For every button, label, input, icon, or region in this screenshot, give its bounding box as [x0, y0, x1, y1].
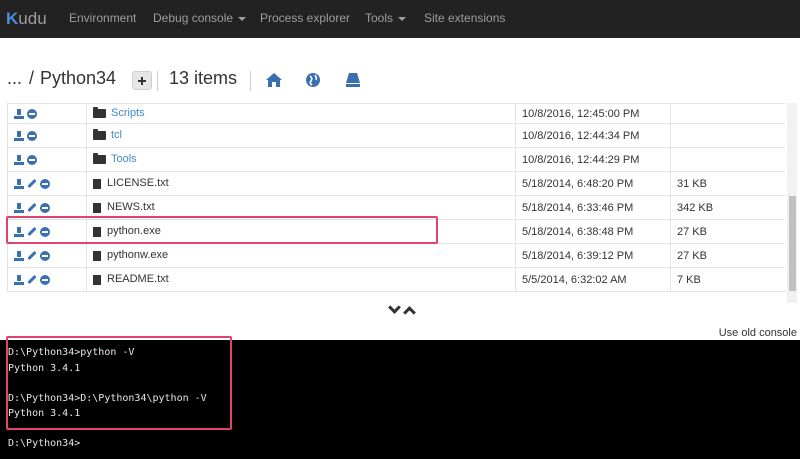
row-name[interactable]: Scripts — [86, 103, 516, 124]
nav-environment[interactable]: Environment — [69, 11, 136, 25]
download-icon[interactable] — [14, 130, 24, 141]
folder-icon — [93, 153, 106, 165]
file-size: 31 KB — [670, 171, 785, 196]
download-icon[interactable] — [14, 154, 24, 165]
file-table: Scripts 10/8/2016, 12:45:00 PM tcl 10/8/201… — [7, 103, 785, 293]
modified-date: 5/18/2014, 6:48:20 PM — [515, 171, 671, 196]
row-actions — [7, 147, 87, 172]
drive-icon[interactable] — [345, 72, 361, 88]
download-icon[interactable] — [14, 250, 24, 261]
home-icon[interactable] — [265, 72, 283, 88]
file-size: 342 KB — [670, 195, 785, 220]
file-name[interactable]: NEWS.txt — [107, 202, 155, 214]
file-size: 27 KB — [670, 243, 785, 268]
chevron-down-icon[interactable] — [388, 301, 401, 314]
file-icon — [93, 250, 101, 261]
caret-down-icon — [238, 16, 247, 21]
download-icon[interactable] — [14, 108, 24, 119]
table-row[interactable]: Tools 10/8/2016, 12:44:29 PM — [7, 147, 785, 172]
file-name[interactable]: Scripts — [111, 108, 145, 120]
modified-date: 5/18/2014, 6:38:48 PM — [515, 219, 671, 244]
item-count: 13 items — [169, 68, 238, 88]
delete-icon[interactable] — [40, 202, 50, 213]
file-size: 27 KB — [670, 219, 785, 244]
chevron-up-icon[interactable] — [403, 306, 416, 319]
row-name[interactable]: LICENSE.txt — [86, 171, 516, 196]
divider — [157, 71, 158, 91]
edit-icon[interactable] — [27, 274, 37, 285]
row-actions — [7, 267, 87, 292]
table-row[interactable]: LICENSE.txt 5/18/2014, 6:48:20 PM 31 KB — [7, 171, 785, 196]
scrollbar-thumb[interactable] — [789, 196, 796, 291]
row-name[interactable]: tcl — [86, 123, 516, 148]
table-row[interactable]: pythonw.exe 5/18/2014, 6:39:12 PM 27 KB — [7, 243, 785, 268]
delete-icon[interactable] — [40, 178, 50, 189]
table-row[interactable]: Scripts 10/8/2016, 12:45:00 PM — [7, 103, 785, 124]
row-name[interactable]: README.txt — [86, 267, 516, 292]
modified-date: 5/18/2014, 6:39:12 PM — [515, 243, 671, 268]
modified-date: 10/8/2016, 12:44:34 PM — [515, 123, 671, 148]
folder-icon — [93, 129, 106, 141]
row-actions — [7, 243, 87, 268]
delete-icon[interactable] — [40, 250, 50, 261]
edit-icon[interactable] — [27, 178, 37, 189]
divider — [250, 71, 251, 91]
nav-process-explorer[interactable]: Process explorer — [260, 11, 350, 25]
modified-date: 10/8/2016, 12:45:00 PM — [515, 103, 671, 124]
download-icon[interactable] — [14, 178, 24, 189]
modified-date: 5/5/2014, 6:32:02 AM — [515, 267, 671, 292]
nav-site-extensions[interactable]: Site extensions — [424, 11, 505, 25]
file-name[interactable]: Tools — [111, 154, 137, 166]
highlight-box-console — [6, 336, 232, 430]
row-name[interactable]: Tools — [86, 147, 516, 172]
file-size — [670, 147, 785, 172]
nav-tools[interactable]: Tools — [365, 11, 407, 25]
row-actions — [7, 171, 87, 196]
file-size — [670, 123, 785, 148]
file-icon — [93, 202, 101, 213]
delete-icon[interactable] — [40, 274, 50, 285]
row-name[interactable]: pythonw.exe — [86, 243, 516, 268]
file-icon — [93, 178, 101, 189]
console-input-line[interactable]: D:\Python34> — [8, 438, 80, 449]
file-name[interactable]: pythonw.exe — [107, 250, 168, 262]
file-icon — [93, 274, 101, 285]
edit-icon[interactable] — [27, 202, 37, 213]
edit-icon[interactable] — [27, 250, 37, 261]
use-old-console-link[interactable]: Use old console — [719, 327, 797, 339]
breadcrumb-ellipsis[interactable]: ... — [7, 68, 22, 89]
add-item-button[interactable] — [132, 71, 152, 90]
delete-icon[interactable] — [27, 130, 37, 141]
breadcrumb-current-folder[interactable]: Python34 — [40, 68, 116, 89]
delete-icon[interactable] — [27, 154, 37, 165]
download-icon[interactable] — [14, 274, 24, 285]
top-navbar: Kudu Environment Debug console Process e… — [0, 0, 800, 38]
download-icon[interactable] — [14, 202, 24, 213]
folder-icon — [93, 107, 106, 119]
modified-date: 10/8/2016, 12:44:29 PM — [515, 147, 671, 172]
file-name[interactable]: tcl — [111, 130, 122, 142]
modified-date: 5/18/2014, 6:33:46 PM — [515, 195, 671, 220]
breadcrumb-separator: / — [29, 68, 35, 88]
row-actions — [7, 103, 87, 124]
file-name[interactable]: README.txt — [107, 274, 169, 286]
row-actions — [7, 123, 87, 148]
file-name[interactable]: LICENSE.txt — [107, 178, 169, 190]
kudu-logo[interactable]: Kudu — [6, 9, 47, 29]
table-row[interactable]: README.txt 5/5/2014, 6:32:02 AM 7 KB — [7, 267, 785, 292]
nav-debug-console[interactable]: Debug console — [153, 11, 247, 25]
delete-icon[interactable] — [27, 108, 37, 119]
table-row[interactable]: tcl 10/8/2016, 12:44:34 PM — [7, 123, 785, 148]
highlight-box-python-exe — [6, 216, 438, 244]
caret-down-icon — [398, 16, 407, 21]
globe-icon[interactable] — [305, 72, 321, 88]
file-size — [670, 103, 785, 124]
file-size: 7 KB — [670, 267, 785, 292]
